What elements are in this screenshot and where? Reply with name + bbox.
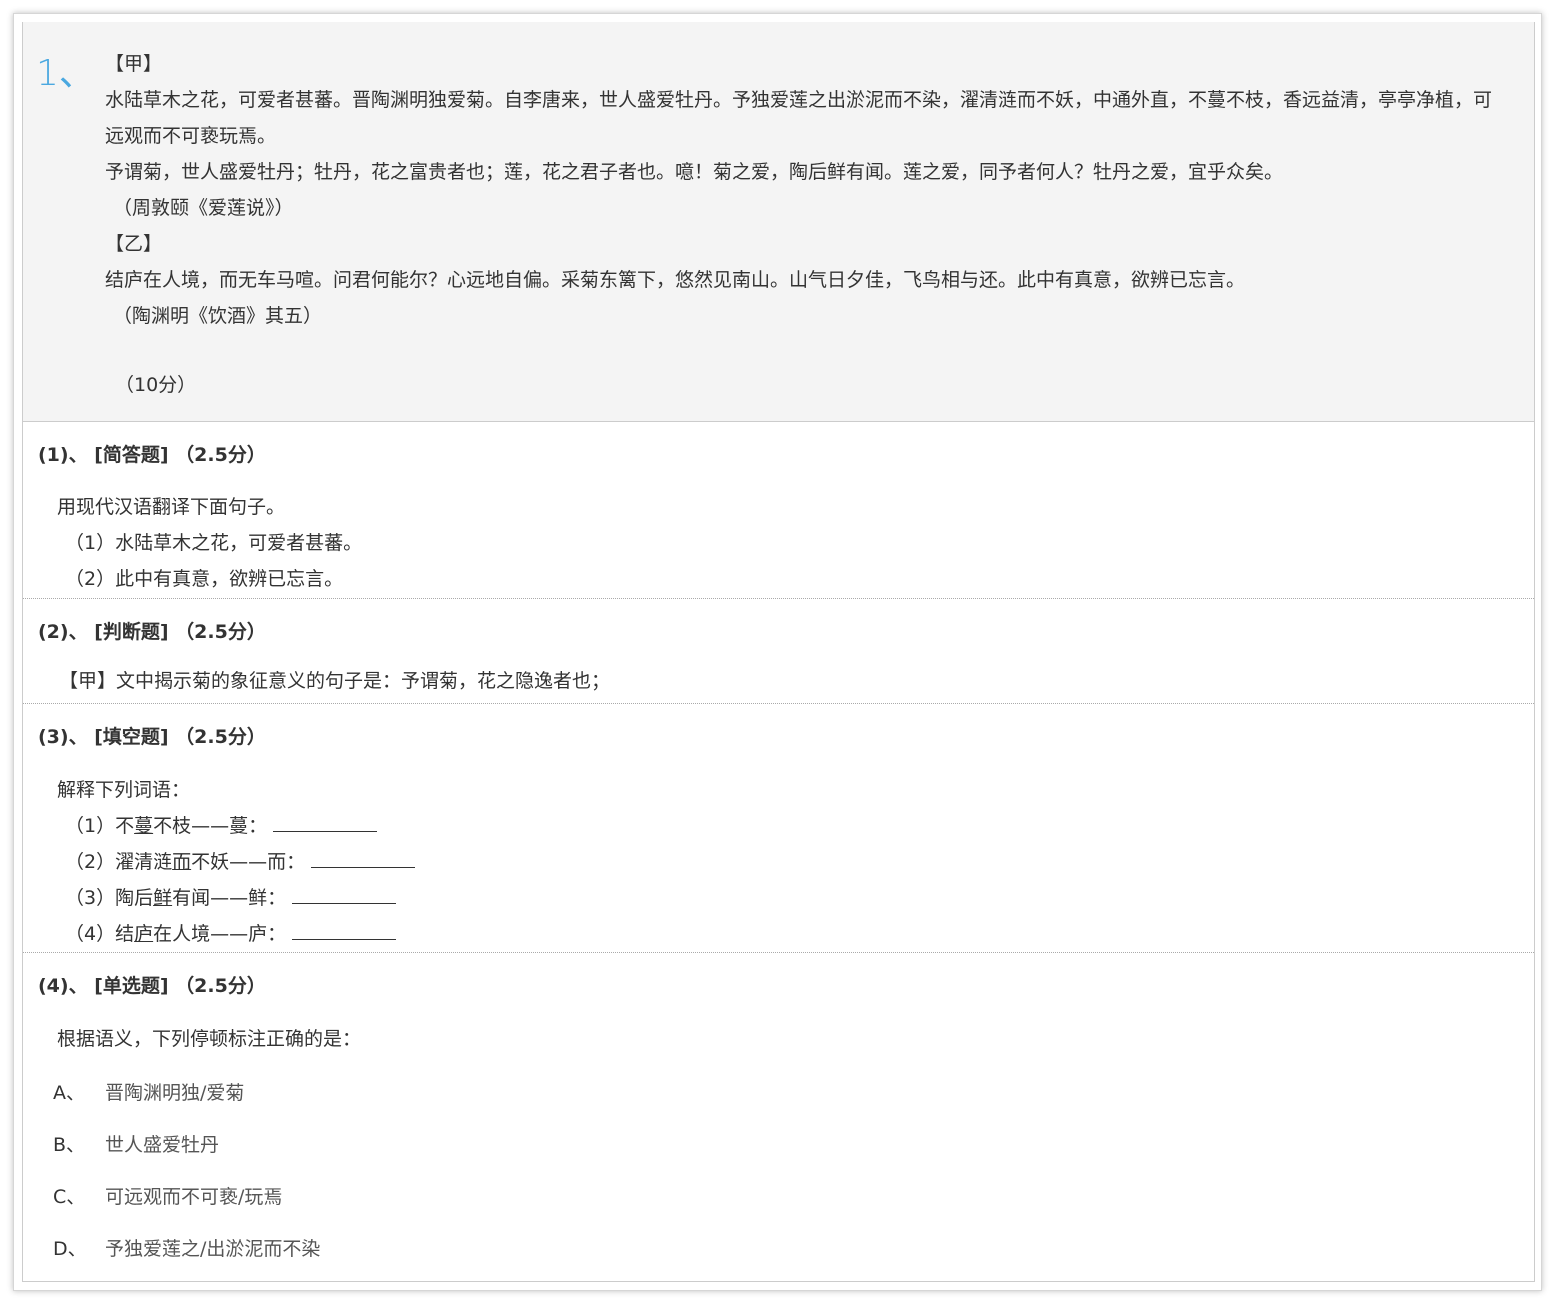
prompt-line: 根据语义，下列停顿标注正确的是： — [57, 1028, 362, 1050]
prompt-line: 用现代汉语翻译下面句子。 — [57, 496, 286, 518]
option-label: A、 — [53, 1082, 85, 1104]
sub-question-3: (3)、 [填空题] （2.5分） 解释下列词语： （1）不蔓不枝——蔓： （2）… — [23, 704, 1534, 953]
sub-question-title: (2)、 [判断题] （2.5分） — [38, 621, 266, 643]
item-text: 有闻——鲜： — [172, 887, 287, 909]
item-text: 不枝——蔓： — [153, 815, 268, 837]
item-text: （4）结 — [65, 923, 135, 945]
passage-source: （陶渊明《饮酒》其五） — [113, 305, 323, 327]
option-label: D、 — [53, 1238, 87, 1260]
passage-paragraph: 予谓菊，世人盛爱牡丹；牡丹，花之富贵者也；莲，花之君子者也。噫！菊之爱，陶后鲜有… — [105, 161, 1284, 183]
passage-paragraph: 水陆草木之花，可爱者甚蕃。晋陶渊明独爱菊。自李唐来，世人盛爱牡丹。予独爱莲之出淤… — [105, 89, 1493, 147]
answer-blank[interactable] — [292, 920, 397, 940]
item-text: （2）濯清涟 — [65, 851, 173, 873]
option-d[interactable]: D、 予独爱莲之/出淤泥而不染 — [53, 1234, 320, 1261]
option-label: C、 — [53, 1186, 86, 1208]
fill-blank-item: （2）濯清涟而不妖——而： — [57, 844, 416, 880]
page-frame: 1、 【甲】 水陆草木之花，可爱者甚蕃。晋陶渊明独爱菊。自李唐来，世人盛爱牡丹。… — [13, 13, 1542, 1291]
passage-source: （周敦颐《爱莲说》） — [113, 197, 294, 219]
option-c[interactable]: C、 可远观而不可亵/玩焉 — [53, 1182, 282, 1209]
prompt-line: （2）此中有真意，欲辨已忘言。 — [65, 568, 344, 590]
sub-question-4: (4)、 [单选题] （2.5分） 根据语义，下列停顿标注正确的是： A、 晋陶渊… — [23, 953, 1534, 1280]
option-b[interactable]: B、 世人盛爱牡丹 — [53, 1130, 219, 1157]
passage: 【甲】 水陆草木之花，可爱者甚蕃。晋陶渊明独爱菊。自李唐来，世人盛爱牡丹。予独爱… — [105, 46, 1505, 334]
question-score: （10分） — [115, 374, 197, 396]
option-text: 予独爱莲之/出淤泥而不染 — [105, 1238, 321, 1260]
option-label: B、 — [53, 1134, 86, 1156]
option-a[interactable]: A、 晋陶渊明独/爱菊 — [53, 1078, 244, 1105]
prompt-line: （1）水陆草木之花，可爱者甚蕃。 — [65, 532, 363, 554]
sub-question-title: (3)、 [填空题] （2.5分） — [38, 726, 266, 748]
option-text: 世人盛爱牡丹 — [105, 1134, 220, 1156]
sub-question-1: (1)、 [简答题] （2.5分） 用现代汉语翻译下面句子。 （1）水陆草木之花… — [23, 422, 1534, 599]
underlined-word: 蔓 — [134, 815, 154, 837]
question-number: 1、 — [36, 53, 95, 94]
fill-blank-item: （4）结庐在人境——庐： — [57, 916, 415, 952]
sub-question-body: 解释下列词语： （1）不蔓不枝——蔓： （2）濯清涟而不妖——而： （3）陶后鲜有闻… — [57, 772, 416, 952]
judgment-statement: 【甲】文中揭示菊的象征意义的句子是：予谓菊，花之隐逸者也； — [59, 670, 611, 692]
answer-blank[interactable] — [311, 848, 416, 868]
option-text: 晋陶渊明独/爱菊 — [105, 1082, 245, 1104]
underlined-word: 而 — [172, 851, 192, 873]
underlined-word: 庐 — [134, 923, 154, 945]
item-text: 不妖——而： — [191, 851, 306, 873]
prompt-line: 解释下列词语： — [57, 779, 191, 801]
question-card: 1、 【甲】 水陆草木之花，可爱者甚蕃。晋陶渊明独爱菊。自李唐来，世人盛爱牡丹。… — [22, 22, 1535, 1282]
fill-blank-item: （1）不蔓不枝——蔓： — [57, 808, 415, 844]
answer-blank[interactable] — [273, 812, 378, 832]
passage-heading: 【乙】 — [105, 233, 163, 255]
sub-question-title: (4)、 [单选题] （2.5分） — [38, 975, 266, 997]
sub-question-title: (1)、 [简答题] （2.5分） — [38, 444, 266, 466]
fill-blank-item: （3）陶后鲜有闻——鲜： — [57, 880, 415, 916]
item-text: （3）陶后 — [65, 887, 154, 909]
underlined-word: 鲜 — [153, 887, 173, 909]
question-stem: 1、 【甲】 水陆草木之花，可爱者甚蕃。晋陶渊明独爱菊。自李唐来，世人盛爱牡丹。… — [23, 22, 1534, 422]
item-text: 在人境——庐： — [153, 923, 287, 945]
passage-paragraph: 结庐在人境，而无车马喧。问君何能尔？心远地自偏。采菊东篱下，悠然见南山。山气日夕… — [105, 269, 1246, 291]
sub-question-2: (2)、 [判断题] （2.5分） 【甲】文中揭示菊的象征意义的句子是：予谓菊，… — [23, 599, 1534, 704]
item-text: （1）不 — [65, 815, 135, 837]
answer-blank[interactable] — [292, 884, 397, 904]
passage-heading: 【甲】 — [105, 53, 163, 75]
option-text: 可远观而不可亵/玩焉 — [105, 1186, 283, 1208]
sub-question-body: 用现代汉语翻译下面句子。 （1）水陆草木之花，可爱者甚蕃。 （2）此中有真意，欲… — [57, 489, 362, 597]
